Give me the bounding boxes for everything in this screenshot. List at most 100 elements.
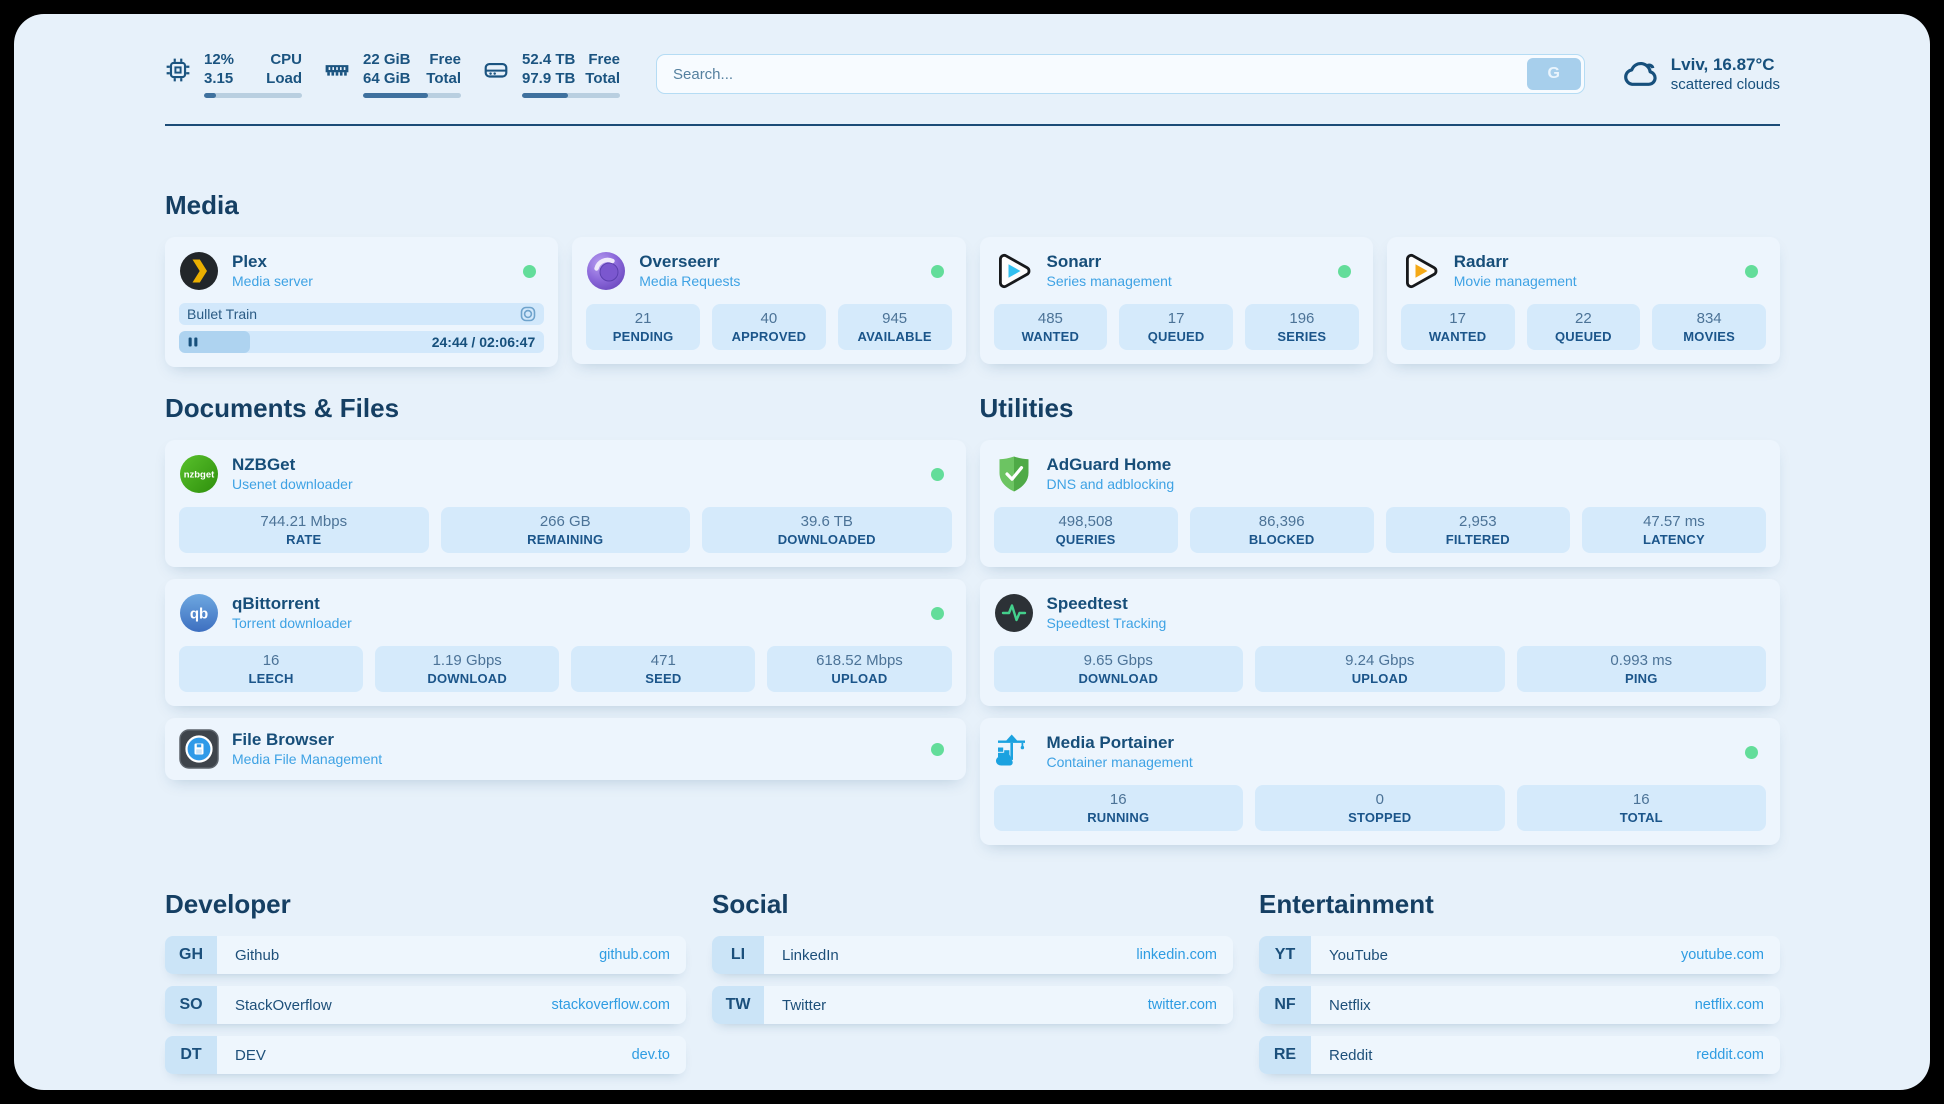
- bookmark-reddit[interactable]: RE Reddit reddit.com: [1259, 1036, 1780, 1074]
- card-title: NZBGet: [232, 455, 353, 475]
- plex-icon: [179, 251, 219, 291]
- bookmark-url: twitter.com: [1148, 997, 1217, 1013]
- status-dot: [931, 468, 944, 481]
- weather-widget: Lviv, 16.87°C scattered clouds: [1621, 54, 1780, 94]
- section-title-documents: Documents & Files: [165, 393, 966, 424]
- cpu-stat-group: 12% 3.15 CPU Load: [165, 50, 302, 98]
- app-link-speedtest[interactable]: Speedtest Speedtest Tracking: [994, 593, 1767, 633]
- bookmark-twitter[interactable]: TW Twitter twitter.com: [712, 986, 1233, 1024]
- playback-progress-bar: 24:44 / 02:06:47: [179, 331, 544, 353]
- cpu-progress-bar: [204, 93, 302, 98]
- weather-location-temp: Lviv, 16.87°C: [1671, 54, 1780, 75]
- ram-free-value: 22 GiB: [363, 50, 411, 69]
- card-radarr: Radarr Movie management 17 WANTED 22 QUE…: [1387, 237, 1780, 364]
- search-bar: G: [656, 54, 1585, 94]
- stat-box: 834 MOVIES: [1652, 304, 1766, 350]
- bookmark-abbr: DT: [165, 1036, 217, 1074]
- cpu-label: CPU: [266, 50, 302, 69]
- card-portainer: Media Portainer Container management 16 …: [980, 718, 1781, 845]
- stat-box: 22 QUEUED: [1527, 304, 1641, 350]
- app-link-plex[interactable]: Plex Media server: [179, 251, 544, 291]
- stat-box: 86,396 BLOCKED: [1190, 507, 1374, 553]
- system-stats: 12% 3.15 CPU Load: [165, 50, 620, 98]
- app-link-qbittorrent[interactable]: qb qBittorrent Torrent downloader: [179, 593, 952, 633]
- card-title: qBittorrent: [232, 594, 352, 614]
- bookmark-name: LinkedIn: [782, 947, 839, 964]
- status-dot: [1745, 746, 1758, 759]
- bookmark-url: github.com: [599, 947, 670, 963]
- bookmark-stackoverflow[interactable]: SO StackOverflow stackoverflow.com: [165, 986, 686, 1024]
- bookmark-abbr: LI: [712, 936, 764, 974]
- bookmark-youtube[interactable]: YT YouTube youtube.com: [1259, 936, 1780, 974]
- section-title-utilities: Utilities: [980, 393, 1781, 424]
- stat-box: 266 GB REMAINING: [441, 507, 691, 553]
- app-link-adguard[interactable]: AdGuard Home DNS and adblocking: [994, 454, 1767, 494]
- card-adguard: AdGuard Home DNS and adblocking 498,508 …: [980, 440, 1781, 567]
- svg-text:nzbget: nzbget: [184, 470, 215, 481]
- card-filebrowser: File Browser Media File Management: [165, 718, 966, 780]
- app-link-sonarr[interactable]: Sonarr Series management: [994, 251, 1359, 291]
- card-subtitle: Container management: [1047, 754, 1193, 771]
- bookmark-github[interactable]: GH Github github.com: [165, 936, 686, 974]
- status-dot: [931, 743, 944, 756]
- bookmark-url: dev.to: [632, 1047, 670, 1063]
- stat-box: 16 LEECH: [179, 646, 363, 692]
- app-link-portainer[interactable]: Media Portainer Container management: [994, 732, 1767, 772]
- bookmark-linkedin[interactable]: LI LinkedIn linkedin.com: [712, 936, 1233, 974]
- bookmark-name: Reddit: [1329, 1047, 1372, 1064]
- session-view-icon[interactable]: [520, 306, 536, 322]
- stat-box: 498,508 QUERIES: [994, 507, 1178, 553]
- app-link-nzbget[interactable]: nzbget NZBGet Usenet downloader: [179, 454, 952, 494]
- dashboard-page: 12% 3.15 CPU Load: [14, 14, 1930, 1090]
- memory-stat-group: 22 GiB 64 GiB Free Total: [324, 50, 461, 98]
- bookmark-name: YouTube: [1329, 947, 1388, 964]
- cloud-icon: [1621, 55, 1659, 93]
- card-overseerr: Overseerr Media Requests 21 PENDING 40 A…: [572, 237, 965, 364]
- stat-box: 2,953 FILTERED: [1386, 507, 1570, 553]
- utilities-column: Utilities: [980, 393, 1781, 845]
- stat-box: 16 TOTAL: [1517, 785, 1767, 831]
- radarr-icon: [1401, 251, 1441, 291]
- bookmark-abbr: RE: [1259, 1036, 1311, 1074]
- bookmark-name: StackOverflow: [235, 997, 332, 1014]
- status-dot: [931, 607, 944, 620]
- card-subtitle: Movie management: [1454, 273, 1577, 290]
- pause-icon: [187, 336, 199, 348]
- now-playing-row: Bullet Train: [179, 303, 544, 325]
- app-link-overseerr[interactable]: Overseerr Media Requests: [586, 251, 951, 291]
- bookmark-dev[interactable]: DT DEV dev.to: [165, 1036, 686, 1074]
- app-link-radarr[interactable]: Radarr Movie management: [1401, 251, 1766, 291]
- stat-box: 1.19 Gbps DOWNLOAD: [375, 646, 559, 692]
- disk-progress-bar: [522, 93, 620, 98]
- playback-time: 24:44 / 02:06:47: [432, 334, 536, 350]
- app-link-filebrowser[interactable]: File Browser Media File Management: [179, 729, 952, 769]
- ram-icon: [324, 57, 350, 83]
- card-subtitle: Media server: [232, 273, 313, 290]
- card-title: Radarr: [1454, 252, 1577, 272]
- search-input[interactable]: [656, 54, 1585, 94]
- card-title: Media Portainer: [1047, 733, 1193, 753]
- portainer-icon: [994, 732, 1034, 772]
- topbar-divider: [165, 124, 1780, 126]
- card-subtitle: Media Requests: [639, 273, 740, 290]
- stat-box: 0.993 ms PING: [1517, 646, 1767, 692]
- bookmark-abbr: YT: [1259, 936, 1311, 974]
- bookmark-name: Netflix: [1329, 997, 1371, 1014]
- stat-box: 471 SEED: [571, 646, 755, 692]
- bookmark-name: DEV: [235, 1047, 266, 1064]
- bookmark-netflix[interactable]: NF Netflix netflix.com: [1259, 986, 1780, 1024]
- bookmarks-entertainment: Entertainment YT YouTube youtube.com NF …: [1259, 889, 1780, 1074]
- disk-stat-group: 52.4 TB 97.9 TB Free Total: [483, 50, 620, 98]
- overseerr-icon: [586, 251, 626, 291]
- now-playing-title: Bullet Train: [187, 306, 257, 322]
- section-title-media: Media: [165, 190, 1780, 221]
- bookmark-abbr: NF: [1259, 986, 1311, 1024]
- ram-free-label: Free: [426, 50, 461, 69]
- status-dot: [931, 265, 944, 278]
- card-subtitle: Speedtest Tracking: [1047, 615, 1167, 632]
- search-provider-button[interactable]: G: [1527, 58, 1581, 90]
- stat-box: 17 WANTED: [1401, 304, 1515, 350]
- card-title: AdGuard Home: [1047, 455, 1175, 475]
- disk-total-label: Total: [585, 69, 620, 88]
- card-subtitle: Series management: [1047, 273, 1172, 290]
